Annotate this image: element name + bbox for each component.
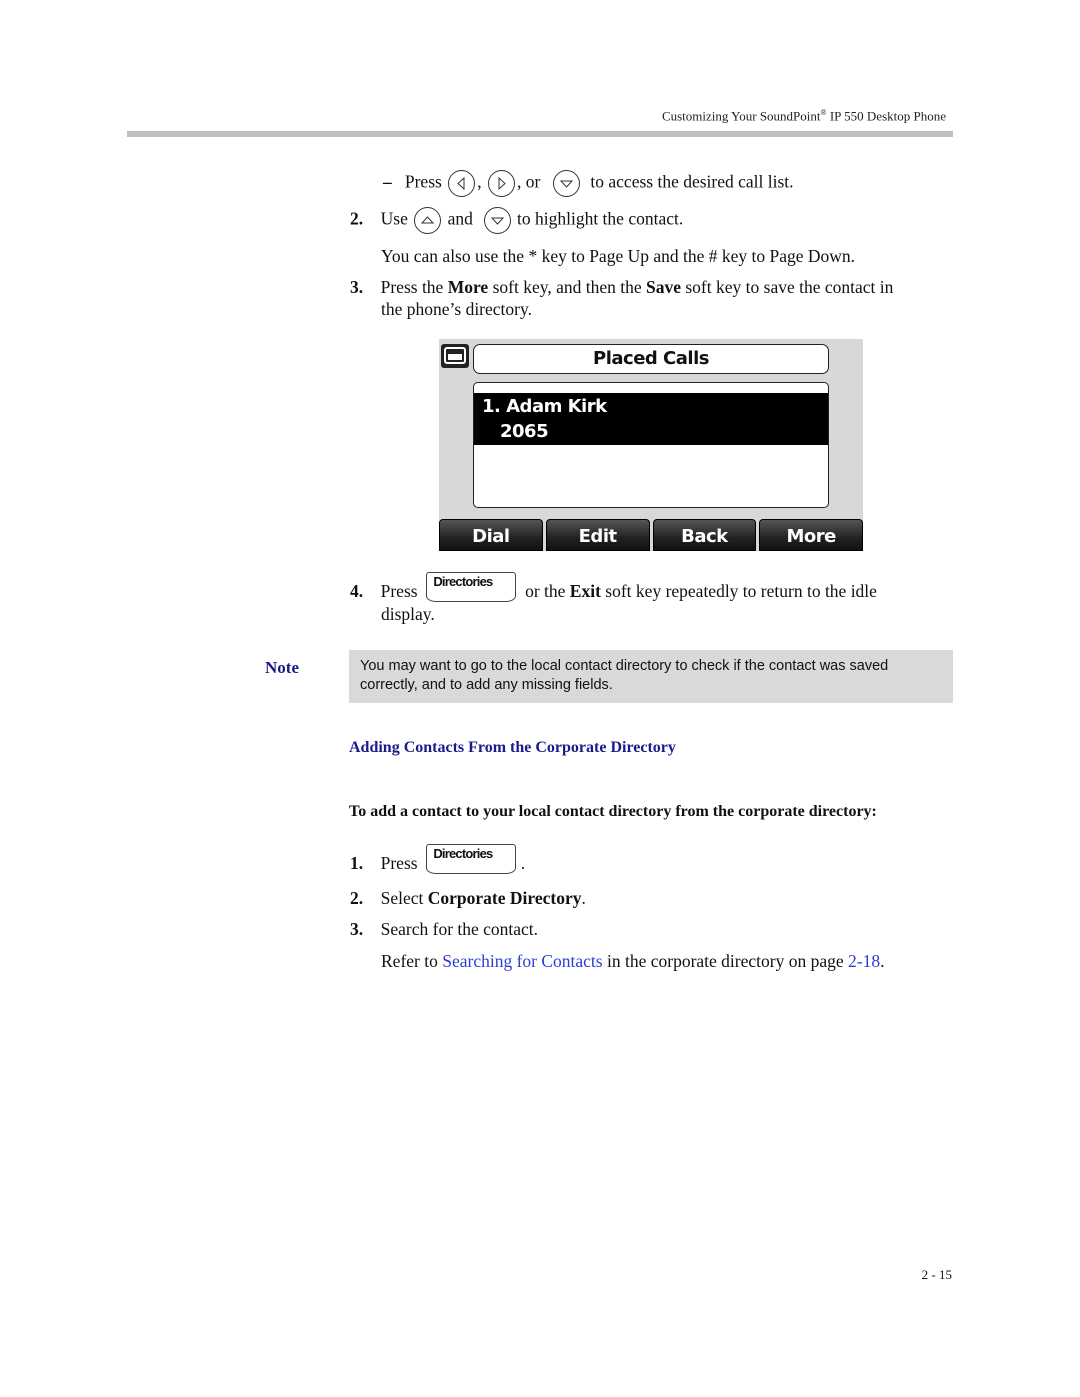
text: soft key repeatedly to return to the idl… — [600, 581, 877, 601]
step-4-line2: display. — [381, 604, 435, 624]
down-arrow-key-icon — [483, 207, 511, 234]
section-step-3: 3. Search for the contact. — [350, 918, 538, 940]
text: Press — [380, 581, 418, 601]
procedure-title: To add a contact to your local contact d… — [349, 803, 877, 820]
note-box: You may want to go to the local contact … — [349, 650, 953, 703]
page-2-18-link[interactable]: 2-18 — [848, 951, 880, 971]
section-step-1: 1. Press Directories . — [350, 843, 526, 874]
step-number: 1. — [350, 853, 364, 873]
step-number: 2. — [350, 888, 364, 908]
text: Select — [380, 888, 428, 908]
text: . — [581, 888, 586, 908]
step-number: 4. — [350, 581, 364, 601]
exit-key-label: Exit — [569, 581, 601, 601]
directories-key-icon: Directories — [426, 843, 517, 874]
step-2: 2. Use and to highlight the contact. — [350, 207, 683, 234]
text: , or — [516, 171, 541, 192]
refer-line: Refer to Searching for Contacts in the c… — [381, 950, 884, 972]
entry-number: 2065 — [500, 421, 549, 442]
softkey-back: Back — [652, 519, 757, 551]
up-arrow-key-icon — [414, 207, 442, 234]
text: to highlight the contact. — [517, 208, 684, 229]
searching-for-contacts-link[interactable]: Searching for Contacts — [442, 951, 602, 971]
dash-bullet: – — [383, 171, 392, 192]
running-header: Customizing Your SoundPoint® IP 550 Desk… — [662, 108, 946, 124]
corporate-directory-label: Corporate Directory — [427, 888, 582, 908]
text: . — [880, 951, 885, 971]
note-text-line1: You may want to go to the local contact … — [360, 658, 889, 674]
softkey-edit: Edit — [545, 519, 650, 551]
text: . — [520, 853, 526, 873]
step-number: 2. — [350, 208, 364, 229]
down-arrow-key-icon — [552, 170, 580, 197]
screen-title: Placed Calls — [473, 344, 829, 374]
text: soft key, and then the — [488, 277, 646, 297]
section-step-2: 2. Select Corporate Directory. — [350, 887, 586, 909]
step-4: 4. Press Directories or the Exit soft ke… — [350, 571, 877, 602]
text: Press — [404, 171, 442, 192]
call-list: 1. Adam Kirk 2065 — [473, 382, 829, 508]
text: in the corporate directory on page — [602, 951, 848, 971]
text: and — [447, 208, 473, 229]
page-up-down-tip: You can also use the * key to Page Up an… — [381, 246, 856, 266]
selected-call-entry: 1. Adam Kirk 2065 — [474, 393, 828, 445]
step-dash-line: – Press , , or to access the desired cal… — [383, 170, 794, 197]
text: to access the desired call list. — [590, 171, 794, 192]
step-3: 3. Press the More soft key, and then the… — [350, 276, 893, 298]
left-arrow-key-icon — [448, 170, 476, 197]
softkey-dial: Dial — [439, 519, 543, 551]
softkey-bar: Dial Edit Back More — [439, 519, 863, 551]
entry-name: 1. Adam Kirk — [482, 396, 607, 417]
text: , — [477, 171, 482, 192]
text: Press — [380, 853, 418, 873]
text: Use — [380, 208, 408, 229]
save-key-label: Save — [646, 277, 681, 297]
running-title-end: IP 550 Desktop Phone — [826, 108, 946, 124]
text: soft key to save the contact in — [681, 277, 894, 297]
section-heading: Adding Contacts From the Corporate Direc… — [349, 739, 676, 756]
phone-screen-image: Placed Calls 1. Adam Kirk 2065 Dial Edit… — [439, 339, 863, 551]
directories-key-icon: Directories — [426, 571, 517, 602]
phone-handset-icon — [441, 344, 469, 368]
step-number: 3. — [350, 277, 364, 297]
text: Refer to — [381, 951, 443, 971]
step-number: 3. — [350, 919, 364, 939]
text: Press the — [380, 277, 448, 297]
step-3-line2: the phone’s directory. — [381, 299, 532, 319]
note-text-line2: correctly, and to add any missing fields… — [360, 677, 613, 693]
running-title: Customizing Your SoundPoint — [661, 108, 821, 124]
text: or the — [525, 581, 570, 601]
note-label: Note — [265, 658, 299, 677]
more-key-label: More — [447, 277, 489, 297]
text: Search for the contact. — [380, 919, 539, 939]
page-number: 2 - 15 — [921, 1267, 952, 1282]
softkey-more: More — [759, 519, 863, 551]
right-arrow-key-icon — [487, 170, 515, 197]
header-rule — [127, 131, 953, 137]
